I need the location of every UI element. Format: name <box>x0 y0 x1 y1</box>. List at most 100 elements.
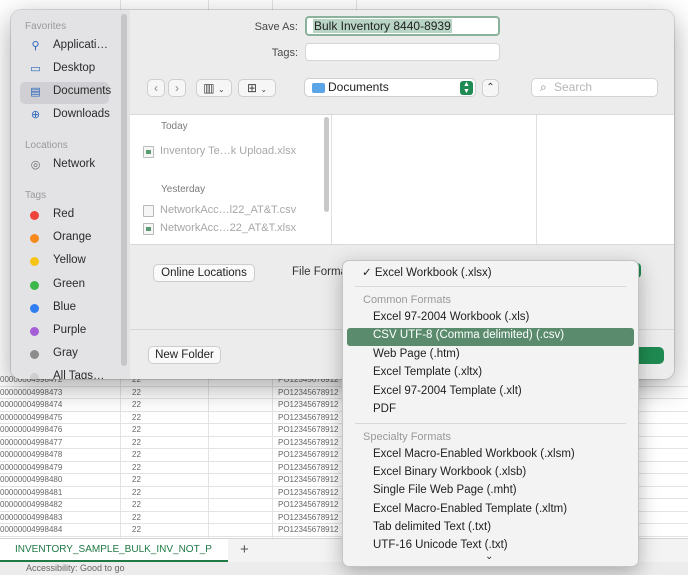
cell-qty: 22 <box>132 400 141 409</box>
search-placeholder: Search <box>554 80 593 94</box>
tag-color-icon <box>30 350 39 360</box>
sidebar-tag-alltags[interactable]: All Tags… <box>20 367 109 379</box>
column-view-button[interactable]: ▥ ⌄ <box>196 79 232 97</box>
new-folder-button[interactable]: New Folder <box>148 346 221 364</box>
cell-po: PO12345678912 <box>278 425 339 434</box>
cell-qty: 22 <box>132 487 141 497</box>
menu-item[interactable]: Excel 97-2004 Template (.xlt) <box>347 384 634 402</box>
network-icon: ◎ <box>30 159 41 171</box>
menu-item[interactable]: Excel 97-2004 Workbook (.xls) <box>347 310 634 328</box>
file-name: NetworkAcc…l22_AT&T.csv <box>160 204 297 216</box>
sheet-tab[interactable]: INVENTORY_SAMPLE_BULK_INV_NOT_P <box>0 539 228 562</box>
sidebar-item-documents[interactable]: ▤ Documents <box>20 82 111 104</box>
sidebar-tag-orange[interactable]: Orange <box>20 228 109 250</box>
menu-item[interactable]: PDF <box>347 402 634 420</box>
menu-item[interactable]: Excel Macro-Enabled Workbook (.xlsm) <box>347 447 634 465</box>
scroll-down-arrow-icon[interactable]: ⌄ <box>485 551 493 562</box>
applications-icon: ⚲ <box>31 40 40 52</box>
tag-color-icon <box>30 257 39 267</box>
sidebar-tag-gray[interactable]: Gray <box>20 344 109 366</box>
sidebar-item-label: Blue <box>53 300 77 313</box>
sidebar-item-label: Purple <box>53 324 87 336</box>
forward-button[interactable]: › <box>168 79 186 97</box>
cell-id: 00000004998475 <box>0 412 63 422</box>
save-as-input[interactable]: Bulk Inventory 8440-8939 <box>305 16 500 36</box>
tags-input[interactable] <box>305 43 500 61</box>
menu-item[interactable]: Excel Macro-Enabled Template (.xltm) <box>347 502 634 520</box>
menu-item[interactable]: Excel Binary Workbook (.xlsb) <box>347 465 634 483</box>
cell-po: PO12345678912 <box>278 387 339 397</box>
collapse-button[interactable]: ⌃ <box>482 79 499 97</box>
sidebar-item-desktop[interactable]: ▭ Desktop <box>20 59 109 81</box>
cell-po: PO12345678912 <box>278 462 339 472</box>
menu-item[interactable]: Excel Template (.xltx) <box>347 365 634 383</box>
menu-item[interactable]: CSV UTF-8 (Comma delimited) (.csv) <box>347 328 634 347</box>
filename-text: Bulk Inventory 8440-8939 <box>313 19 452 33</box>
sidebar-item-label: Network <box>53 158 96 170</box>
cell-po: PO12345678912 <box>278 412 339 422</box>
browser-scrollbar[interactable] <box>324 117 329 212</box>
sidebar-tag-green[interactable]: Green <box>20 275 109 297</box>
file-item[interactable]: NetworkAcc…22_AT&T.xlsx <box>143 222 296 235</box>
menu-item[interactable]: Web Page (.htm) <box>347 347 634 365</box>
tag-color-icon <box>30 211 39 220</box>
save-button[interactable] <box>636 347 664 364</box>
sidebar-item-label: Orange <box>53 231 92 244</box>
location-popup[interactable]: Documents ▲ ▼ <box>304 78 476 97</box>
updown-arrows-icon: ▲ ▼ <box>460 81 473 95</box>
desktop-icon: ▭ <box>30 63 41 75</box>
chevron-left-icon: ‹ <box>154 81 158 95</box>
cell-id: 00000004998484 <box>0 525 63 534</box>
cell-po: PO12345678912 <box>278 512 339 522</box>
sidebar-tag-blue[interactable]: Blue <box>20 298 109 320</box>
sidebar-item-label: Red <box>53 208 75 220</box>
column-separator[interactable] <box>331 115 332 246</box>
tag-color-icon <box>30 373 39 379</box>
sidebar: Favorites ⚲ Applicati… ▭ Desktop ▤ Documents ⊕… <box>11 10 130 379</box>
cell-qty: 22 <box>132 450 141 459</box>
sidebar-item-downloads[interactable]: ⊕ Downloads <box>20 105 110 127</box>
downloads-icon: ⊕ <box>30 109 41 121</box>
sidebar-item-applicati[interactable]: ⚲ Applicati… <box>20 36 109 58</box>
add-sheet-button[interactable]: + <box>240 541 249 558</box>
sidebar-tag-purple[interactable]: Purple <box>20 321 109 343</box>
file-browser: Today Inventory Te…k Upload.xlsx Yesterd… <box>130 114 674 246</box>
common-formats-header: Common Formats <box>363 294 452 306</box>
cell-qty: 22 <box>132 500 141 509</box>
cell-po: PO12345678912 <box>278 450 339 459</box>
cell-qty: 22 <box>132 412 141 422</box>
tags-label: Tags: <box>271 47 298 59</box>
group-header-yesterday: Yesterday <box>161 184 206 195</box>
cell-id: 00000004998474 <box>0 400 63 409</box>
group-view-button[interactable]: ⊞ ⌄ <box>238 79 276 97</box>
cell-id: 00000004998479 <box>0 462 63 472</box>
tag-color-icon <box>30 327 39 336</box>
cell-id: 00000004998480 <box>0 475 63 484</box>
cell-qty: 22 <box>132 525 141 534</box>
location-label: Documents <box>328 80 389 94</box>
menu-item[interactable]: Tab delimited Text (.txt) <box>347 520 634 538</box>
sidebar-tag-yellow[interactable]: Yellow <box>20 251 109 273</box>
locations-header: Locations <box>25 140 68 151</box>
chevron-down-icon: ⌄ <box>260 85 268 94</box>
cell-id: 00000004998476 <box>0 425 63 434</box>
search-input[interactable]: ⌕ Search <box>531 78 658 97</box>
file-item[interactable]: NetworkAcc…l22_AT&T.csv <box>143 204 297 217</box>
cell-id: 00000004998478 <box>0 450 63 459</box>
sidebar-item-label: All Tags… <box>53 370 105 379</box>
column-separator[interactable] <box>536 115 537 246</box>
sidebar-item-label: Green <box>53 277 85 290</box>
checkmark-icon: ✓ <box>362 267 375 279</box>
menu-item[interactable]: Single File Web Page (.mht) <box>347 483 634 501</box>
file-item[interactable]: Inventory Te…k Upload.xlsx <box>143 145 296 158</box>
online-locations-button[interactable]: Online Locations <box>153 264 255 282</box>
cell-qty: 22 <box>132 462 141 472</box>
group-header-today: Today <box>161 121 188 132</box>
file-format-menu: ✓ Excel Workbook (.xlsx) Common Formats … <box>342 260 639 567</box>
sidebar-scrollbar[interactable] <box>121 14 127 366</box>
sidebar-item-network[interactable]: ◎ Network <box>20 155 109 177</box>
menu-item-selected[interactable]: ✓ Excel Workbook (.xlsx) <box>347 264 634 282</box>
sidebar-tag-red[interactable]: Red <box>20 205 109 227</box>
back-button[interactable]: ‹ <box>147 79 165 97</box>
search-icon: ⌕ <box>540 80 547 94</box>
